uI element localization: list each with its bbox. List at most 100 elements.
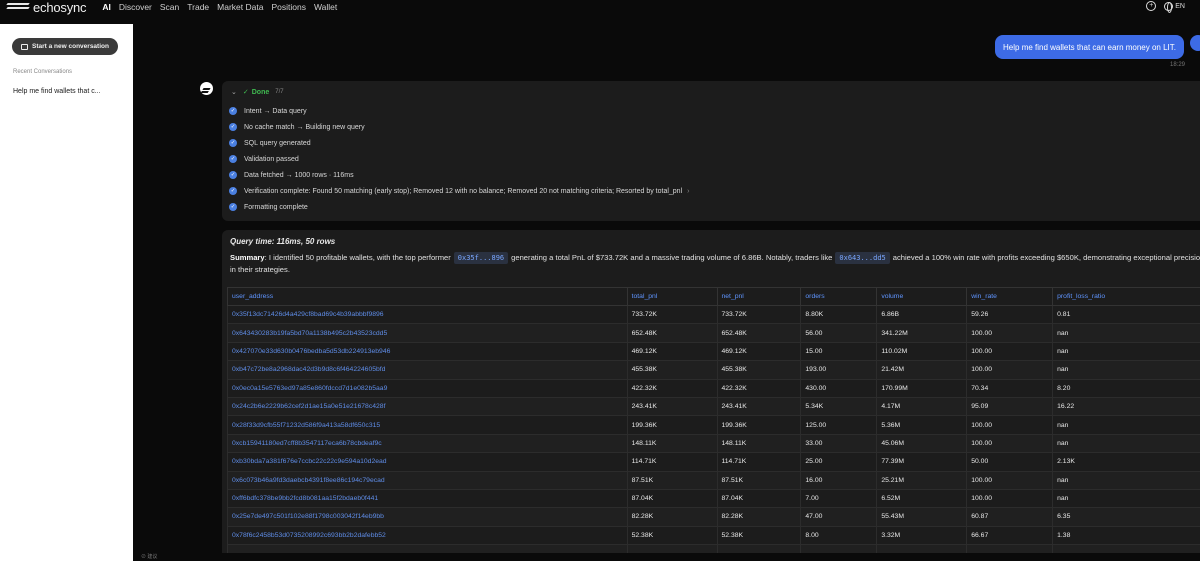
- table-cell: 100.00: [966, 470, 1054, 490]
- table-cell: 100.00: [966, 341, 1054, 362]
- table-cell: 82.28K: [716, 507, 802, 527]
- user-message-bubble: Help me find wallets that can earn money…: [995, 35, 1184, 59]
- status-label: Done: [251, 88, 270, 96]
- top-right-controls: + EN: [1146, 1, 1185, 13]
- address-chip[interactable]: 0x643...dd5: [835, 252, 890, 264]
- table-row: 0x427070e33d630b0476bedba5d53db224913eb9…: [227, 341, 1200, 362]
- nav-positions[interactable]: Positions: [271, 2, 306, 12]
- step-label: Validation passed: [244, 155, 299, 163]
- app-name: echosync: [33, 0, 87, 15]
- table-cell: 6.35: [1052, 507, 1200, 527]
- table-cell: 100.00: [966, 323, 1054, 343]
- table-cell: 6.86B: [876, 304, 968, 325]
- nav-trade[interactable]: Trade: [187, 2, 209, 12]
- address-chip[interactable]: 0x35f...896: [453, 252, 509, 264]
- check-circle-icon: ✓: [229, 155, 237, 163]
- column-header[interactable]: total_pnl: [626, 287, 718, 306]
- table-cell: 3.32M: [876, 525, 968, 546]
- table-cell: 87.51K: [716, 470, 802, 490]
- table-cell: 243.41K: [716, 396, 802, 417]
- table-cell: 8.20: [1052, 378, 1200, 398]
- step-item-verification[interactable]: ✓ Verification complete: Found 50 matchi…: [229, 187, 689, 195]
- table-cell: nan: [1052, 360, 1200, 380]
- table-cell: 25.00: [800, 452, 878, 472]
- nav-scan[interactable]: Scan: [160, 2, 179, 12]
- wallet-address-cell[interactable]: 0x78f6c2458b53d0735208992c693bb2b2dafebb…: [227, 525, 628, 546]
- recent-conversation-item[interactable]: Help me find wallets that c...: [13, 88, 101, 95]
- wallet-address-cell[interactable]: 0x28f33d9cfb55f71232d586f9a413a58df650c3…: [227, 415, 628, 435]
- nav-market-data[interactable]: Market Data: [217, 2, 263, 12]
- nav-ai[interactable]: AI: [102, 2, 111, 12]
- chat-area: Help me find wallets that can earn money…: [133, 24, 1200, 561]
- column-header[interactable]: volume: [876, 287, 968, 306]
- message-timestamp: 18:29: [1169, 62, 1185, 68]
- step-label: Data fetched → 1000 rows · 116ms: [244, 171, 354, 179]
- globe-icon: [1164, 1, 1174, 13]
- check-icon: ✓: [242, 89, 249, 96]
- wallet-address-cell[interactable]: 0x24c2b6e2229b62cef2d1ae15a0e51e21678c42…: [227, 396, 628, 417]
- wallet-address-cell[interactable]: 0xb47c72be8a2968dac42d3b9d8c6f464224605b…: [227, 360, 628, 380]
- nav-discover[interactable]: Discover: [119, 2, 152, 12]
- wallet-address-cell[interactable]: 0x35f13dc71426d4a429cf8bad69c4b39abbbf98…: [227, 304, 628, 325]
- table-row: 0x28f33d9cfb55f71232d586f9a413a58df650c3…: [227, 415, 1200, 435]
- table-cell: 95.09: [966, 396, 1054, 417]
- table-row: 0x643430283b19fa5bd70a1138b495c2b43523cd…: [227, 323, 1200, 343]
- table-cell: 422.32K: [716, 378, 802, 398]
- chevron-right-icon: ›: [687, 187, 690, 195]
- column-header[interactable]: user_address: [227, 287, 628, 306]
- wallet-address-cell[interactable]: 0x6c073b46a9fd3daebcb4391f8ee86c194c79ec…: [227, 470, 628, 490]
- step-label: No cache match → Building new query: [244, 123, 365, 131]
- wallet-address-cell[interactable]: 0x427070e33d630b0476bedba5d53db224913eb9…: [227, 341, 628, 362]
- wallet-address-cell[interactable]: 0x643430283b19fa5bd70a1138b495c2b43523cd…: [227, 323, 628, 343]
- table-cell: 100.00: [966, 433, 1054, 454]
- table-cell: 110.02M: [876, 341, 968, 362]
- check-circle-icon: ✓: [229, 203, 237, 211]
- table-cell: 4.17M: [876, 396, 968, 417]
- table-cell: 100.00: [966, 360, 1054, 380]
- table-cell: 652.48K: [716, 323, 802, 343]
- step-item: ✓ SQL query generated: [229, 139, 311, 147]
- table-cell: nan: [1052, 415, 1200, 435]
- table-cell: 47.00: [800, 507, 878, 527]
- summary-text: Summary: I identified 50 profitable wall…: [230, 252, 1200, 276]
- table-cell: 16.00: [800, 470, 878, 490]
- table-cell: 733.72K: [716, 304, 802, 325]
- new-conversation-button[interactable]: Start a new conversation: [12, 38, 118, 55]
- table-cell: 0.81: [1052, 304, 1200, 325]
- plus-circle-icon[interactable]: +: [1146, 1, 1157, 11]
- bottom-bar: ⊘ 建议: [133, 553, 1200, 561]
- step-label: Formatting complete: [244, 203, 308, 211]
- table-cell: 148.11K: [626, 433, 718, 454]
- column-header[interactable]: net_pnl: [716, 287, 802, 306]
- wallet-address-cell[interactable]: 0xff6bdfc378be9bb2fcd8b081aa15f2bdaeb0f4…: [227, 488, 628, 509]
- user-avatar: [1190, 35, 1200, 51]
- table-cell: 8.00: [800, 525, 878, 546]
- table-cell: 21.42M: [876, 360, 968, 380]
- wallet-address-cell[interactable]: 0xcb15941180ed7cff8b3547117eca6b78cbdeaf…: [227, 433, 628, 454]
- table-header-row: user_address total_pnl net_pnl orders vo…: [227, 287, 1200, 306]
- table-cell: 469.12K: [716, 341, 802, 362]
- table-cell: 148.11K: [716, 433, 802, 454]
- steps-header[interactable]: ⌄ ✓ Done 7/7: [231, 88, 284, 97]
- logo-mark-icon: [6, 2, 30, 12]
- table-cell: 33.00: [800, 433, 878, 454]
- logo[interactable]: echosync: [6, 0, 87, 15]
- column-header[interactable]: profit_loss_ratio: [1052, 287, 1200, 306]
- table-row: 0xcb15941180ed7cff8b3547117eca6b78cbdeaf…: [227, 433, 1200, 454]
- table-row: 0x25e7de497c501f102e88f1798c003042f14eb9…: [227, 507, 1200, 527]
- table-cell: 8.80K: [800, 304, 878, 325]
- nav-wallet[interactable]: Wallet: [314, 2, 337, 12]
- check-circle-icon: ✓: [229, 187, 237, 195]
- table-cell: 430.00: [800, 378, 878, 398]
- wallet-address-cell[interactable]: 0x0ec0a15e5763ed97a85e860fdccd7d1e082b5a…: [227, 378, 628, 398]
- column-header[interactable]: orders: [800, 287, 878, 306]
- table-cell: nan: [1052, 433, 1200, 454]
- language-selector[interactable]: EN: [1164, 1, 1185, 13]
- wallet-address-cell[interactable]: 0xb30bda7a381f676e7ccbc22c22c9e594a10d2e…: [227, 452, 628, 472]
- summary-part: : I identified 50 profitable wallets, wi…: [264, 253, 451, 262]
- column-header[interactable]: win_rate: [966, 287, 1054, 306]
- step-item: ✓ Intent → Data query: [229, 107, 307, 115]
- table-cell: 52.38K: [716, 525, 802, 546]
- step-label: Intent → Data query: [244, 107, 307, 115]
- wallet-address-cell[interactable]: 0x25e7de497c501f102e88f1798c003042f14eb9…: [227, 507, 628, 527]
